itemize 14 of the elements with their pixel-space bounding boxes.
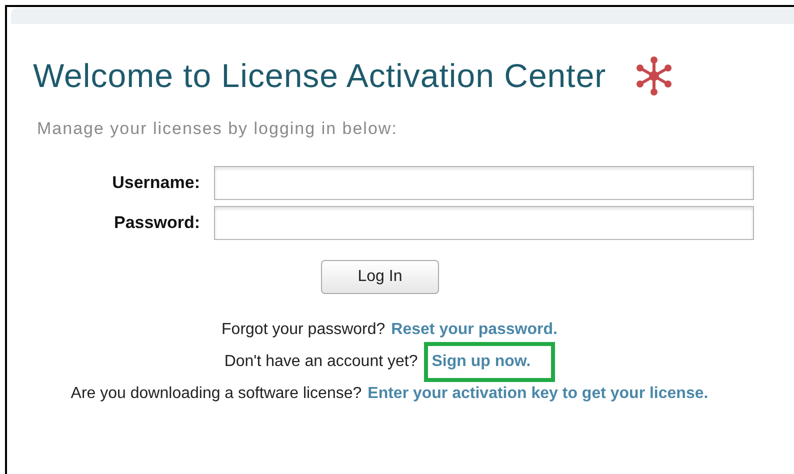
- prompt-text: Are you downloading a software license?: [70, 384, 362, 404]
- input-field[interactable]: [214, 166, 754, 200]
- prompt-text: Forgot your password?: [222, 320, 386, 340]
- page-title: Welcome to License Activation Center: [33, 56, 606, 96]
- field-label: Password:: [113, 212, 201, 234]
- input-field[interactable]: [214, 206, 754, 240]
- prompt-text: Don't have an account yet?: [224, 352, 418, 372]
- login-button[interactable]: Log In: [321, 260, 439, 294]
- link[interactable]: Enter your activation key to get your license.: [368, 382, 708, 406]
- subtitle: Manage your licenses by logging in below:: [37, 118, 398, 140]
- link[interactable]: Sign up now.: [424, 342, 555, 382]
- asterisk-logo-icon: [634, 56, 674, 96]
- field-label: Username:: [111, 172, 201, 194]
- link[interactable]: Reset your password.: [391, 318, 558, 342]
